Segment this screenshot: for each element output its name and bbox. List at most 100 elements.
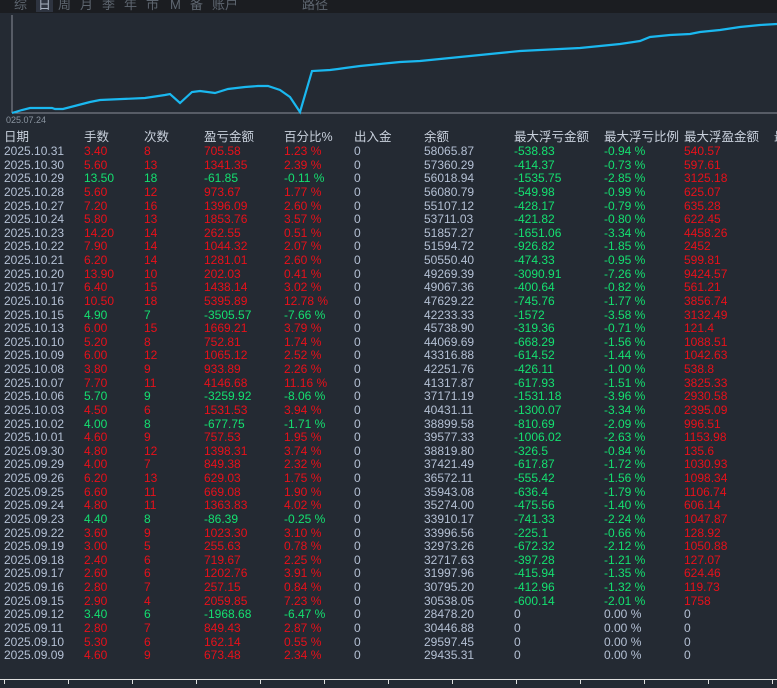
table-row[interactable]: 2025.10.08 3.80 9 933.89 2.26 % 0 42251.76 -426… (0, 363, 777, 377)
cell-max-float-loss-pct: -0.79 % (604, 199, 646, 213)
table-row[interactable]: 2025.09.09 4.60 9 673.48 2.34 % 0 29435.31 0 0.0… (0, 649, 777, 663)
column-header-lots[interactable]: 手数 (84, 129, 109, 145)
cell-max-float-loss: -926.82 (514, 240, 555, 254)
table-row[interactable]: 2025.09.17 2.60 6 1202.76 3.91 % 0 31997.96 -41… (0, 567, 777, 581)
table-row[interactable]: 2025.10.31 3.40 8 705.58 1.23 % 0 58065.87 -538… (0, 145, 777, 159)
cell-trades: 4 (144, 594, 151, 608)
cell-trades: 7 (144, 581, 151, 594)
cell-max-float-profit: 0 (684, 635, 691, 649)
cell-trades: 9 (144, 431, 151, 445)
cell-date: 2025.10.29 (4, 172, 65, 186)
cell-percent: 0.51 % (284, 226, 322, 240)
cell-balance: 51857.27 (424, 226, 475, 240)
cell-pnl: 1438.14 (204, 281, 248, 295)
table-row[interactable]: 2025.09.22 3.60 9 1023.30 3.10 % 0 33996.56 -22… (0, 527, 777, 541)
table-row[interactable]: 2025.10.30 5.60 13 1341.35 2.39 % 0 57360.29 -4… (0, 159, 777, 173)
table-row[interactable]: 2025.09.24 4.80 11 1363.83 4.02 % 0 35274.00 -4… (0, 499, 777, 513)
table-row[interactable]: 2025.10.28 5.60 12 973.67 1.77 % 0 56080.79 -54… (0, 186, 777, 200)
table-row[interactable]: 2025.10.20 13.90 10 202.03 0.41 % 0 49269.39 -3… (0, 268, 777, 282)
tab-8[interactable]: 备 (190, 0, 203, 12)
column-header-pnl[interactable]: 盈亏金额 (204, 129, 254, 145)
table-row[interactable]: 2025.09.30 4.80 12 1398.31 3.74 % 0 38819.80 -3… (0, 445, 777, 459)
cell-percent: 1.90 % (284, 485, 322, 499)
tab-0[interactable]: 综 (14, 0, 27, 12)
cell-deposit: 0 (354, 349, 361, 363)
table-row[interactable]: 2025.09.23 4.40 8 -86.39 -0.25 % 0 33910.17 -74… (0, 513, 777, 527)
table-row[interactable]: 2025.10.03 4.50 6 1531.53 3.94 % 0 40431.11 -13… (0, 404, 777, 418)
table-row[interactable]: 2025.10.21 6.20 14 1281.01 2.60 % 0 50550.40 -4… (0, 254, 777, 268)
cell-balance: 50550.40 (424, 254, 475, 267)
table-row[interactable]: 2025.09.10 5.30 6 162.14 0.55 % 0 29597.45 0 0.0… (0, 636, 777, 650)
equity-curve-chart (11, 15, 777, 115)
tab-1[interactable]: 日 (36, 0, 54, 12)
tab-3[interactable]: 月 (80, 0, 93, 12)
cell-pnl: 719.67 (204, 553, 241, 567)
cell-balance: 30795.20 (424, 581, 475, 594)
column-header-percent[interactable]: 百分比% (284, 129, 333, 145)
column-header-deposit[interactable]: 出入金 (354, 129, 392, 145)
column-header-max-float-profit[interactable]: 最大浮盈金额 (684, 129, 759, 145)
column-header-max-float-loss[interactable]: 最大浮亏金额 (514, 129, 589, 145)
cell-percent: -8.06 % (284, 390, 326, 404)
table-row[interactable]: 2025.09.18 2.40 6 719.67 2.25 % 0 32717.63 -397… (0, 554, 777, 568)
tab-7[interactable]: M (170, 0, 181, 12)
cell-trades: 9 (144, 526, 151, 540)
cell-pnl: 5395.89 (204, 294, 248, 308)
period-tab-bar: 综日周月季年市 M 备账户 路径 (0, 0, 777, 13)
cell-max-float-profit: 121.4 (684, 322, 715, 336)
cell-balance: 39577.33 (424, 431, 475, 445)
cell-date: 2025.09.18 (4, 553, 65, 567)
table-row[interactable]: 2025.09.12 3.40 6 -1968.68 -6.47 % 0 28478.20 0… (0, 608, 777, 622)
cell-max-float-loss: 0 (514, 608, 521, 622)
table-row[interactable]: 2025.10.29 13.50 18 -61.85 -0.11 % 0 56018.94 -… (0, 172, 777, 186)
tab-6[interactable]: 市 (146, 0, 159, 12)
table-row[interactable]: 2025.10.10 5.20 8 752.81 1.74 % 0 44069.69 -668… (0, 336, 777, 350)
cell-trades: 9 (144, 363, 151, 376)
column-header-date[interactable]: 日期 (4, 129, 29, 145)
table-row[interactable]: 2025.10.13 6.00 15 1669.21 3.79 % 0 45738.90 -3… (0, 322, 777, 336)
table-row[interactable]: 2025.09.16 2.80 7 257.15 0.84 % 0 30795.20 -412… (0, 581, 777, 595)
cell-trades: 5 (144, 540, 151, 554)
table-row[interactable]: 2025.09.11 2.80 7 849.43 2.87 % 0 30446.88 0 0.0… (0, 622, 777, 636)
tab-5[interactable]: 年 (124, 0, 137, 12)
cell-max-float-loss: -741.33 (514, 512, 555, 526)
table-row[interactable]: 2025.09.29 4.00 7 849.38 2.32 % 0 37421.49 -617… (0, 458, 777, 472)
cell-max-float-loss-pct: -1.44 % (604, 349, 646, 363)
table-row[interactable]: 2025.10.23 14.20 14 262.55 0.51 % 0 51857.27 -1… (0, 227, 777, 241)
column-header-balance[interactable]: 余额 (424, 129, 449, 145)
column-header-max-float-loss-pct[interactable]: 最大浮亏比例 (604, 129, 679, 145)
tab-2[interactable]: 周 (58, 0, 71, 12)
table-row[interactable]: 2025.10.22 7.90 14 1044.32 2.07 % 0 51594.72 -9… (0, 240, 777, 254)
tab-10[interactable]: 路径 (302, 0, 328, 12)
table-row[interactable]: 2025.10.17 6.40 15 1438.14 3.02 % 0 49067.36 -4… (0, 281, 777, 295)
table-row[interactable]: 2025.10.24 5.80 13 1853.76 3.57 % 0 53711.03 -4… (0, 213, 777, 227)
tab-9[interactable]: 账户 (212, 0, 238, 12)
tab-4[interactable]: 季 (102, 0, 115, 12)
table-row[interactable]: 2025.09.19 3.00 5 255.63 0.78 % 0 32973.26 -672… (0, 540, 777, 554)
table-row[interactable]: 2025.10.15 4.90 7 -3505.57 -7.66 % 0 42233.33 -… (0, 309, 777, 323)
cell-max-float-loss: -421.82 (514, 213, 555, 227)
cell-lots: 4.40 (84, 512, 108, 526)
table-row[interactable]: 2025.10.09 6.00 12 1065.12 2.52 % 0 43316.88 -6… (0, 349, 777, 363)
cell-max-float-profit: 3132.49 (684, 308, 728, 322)
table-row[interactable]: 2025.10.02 4.00 8 -677.75 -1.71 % 0 38899.58 -8… (0, 418, 777, 432)
table-row[interactable]: 2025.10.07 7.70 11 4146.68 11.16 % 0 41317.87 -… (0, 377, 777, 391)
cell-deposit: 0 (354, 540, 361, 554)
table-row[interactable]: 2025.10.16 10.50 18 5395.89 12.78 % 0 47629.22… (0, 295, 777, 309)
column-header-trades[interactable]: 次数 (144, 129, 169, 145)
table-row[interactable]: 2025.10.27 7.20 16 1396.09 2.60 % 0 55107.12 -4… (0, 200, 777, 214)
table-row[interactable]: 2025.10.01 4.60 9 757.53 1.95 % 0 39577.33 -100… (0, 431, 777, 445)
cell-max-float-loss: -397.28 (514, 553, 555, 567)
table-row[interactable]: 2025.09.26 6.20 13 629.03 1.75 % 0 36572.11 -55… (0, 472, 777, 486)
table-row[interactable]: 2025.09.25 6.60 11 669.08 1.90 % 0 35943.08 -63… (0, 486, 777, 500)
table-row[interactable]: 2025.09.15 2.90 4 2059.85 7.23 % 0 30538.05 -60… (0, 595, 777, 609)
cell-max-float-profit: 538.8 (684, 363, 715, 376)
cell-max-float-loss-pct: -0.82 % (604, 281, 646, 295)
table-row[interactable]: 2025.10.06 5.70 9 -3259.92 -8.06 % 0 37171.19 -… (0, 390, 777, 404)
cell-percent: 3.79 % (284, 322, 322, 336)
cell-max-float-profit: 624.46 (684, 567, 721, 581)
cell-pnl: -86.39 (204, 512, 239, 526)
cell-max-float-profit: 1050.88 (684, 540, 728, 554)
cell-max-float-loss-pct: -2.12 % (604, 540, 646, 554)
cell-max-float-loss: -600.14 (514, 594, 555, 608)
